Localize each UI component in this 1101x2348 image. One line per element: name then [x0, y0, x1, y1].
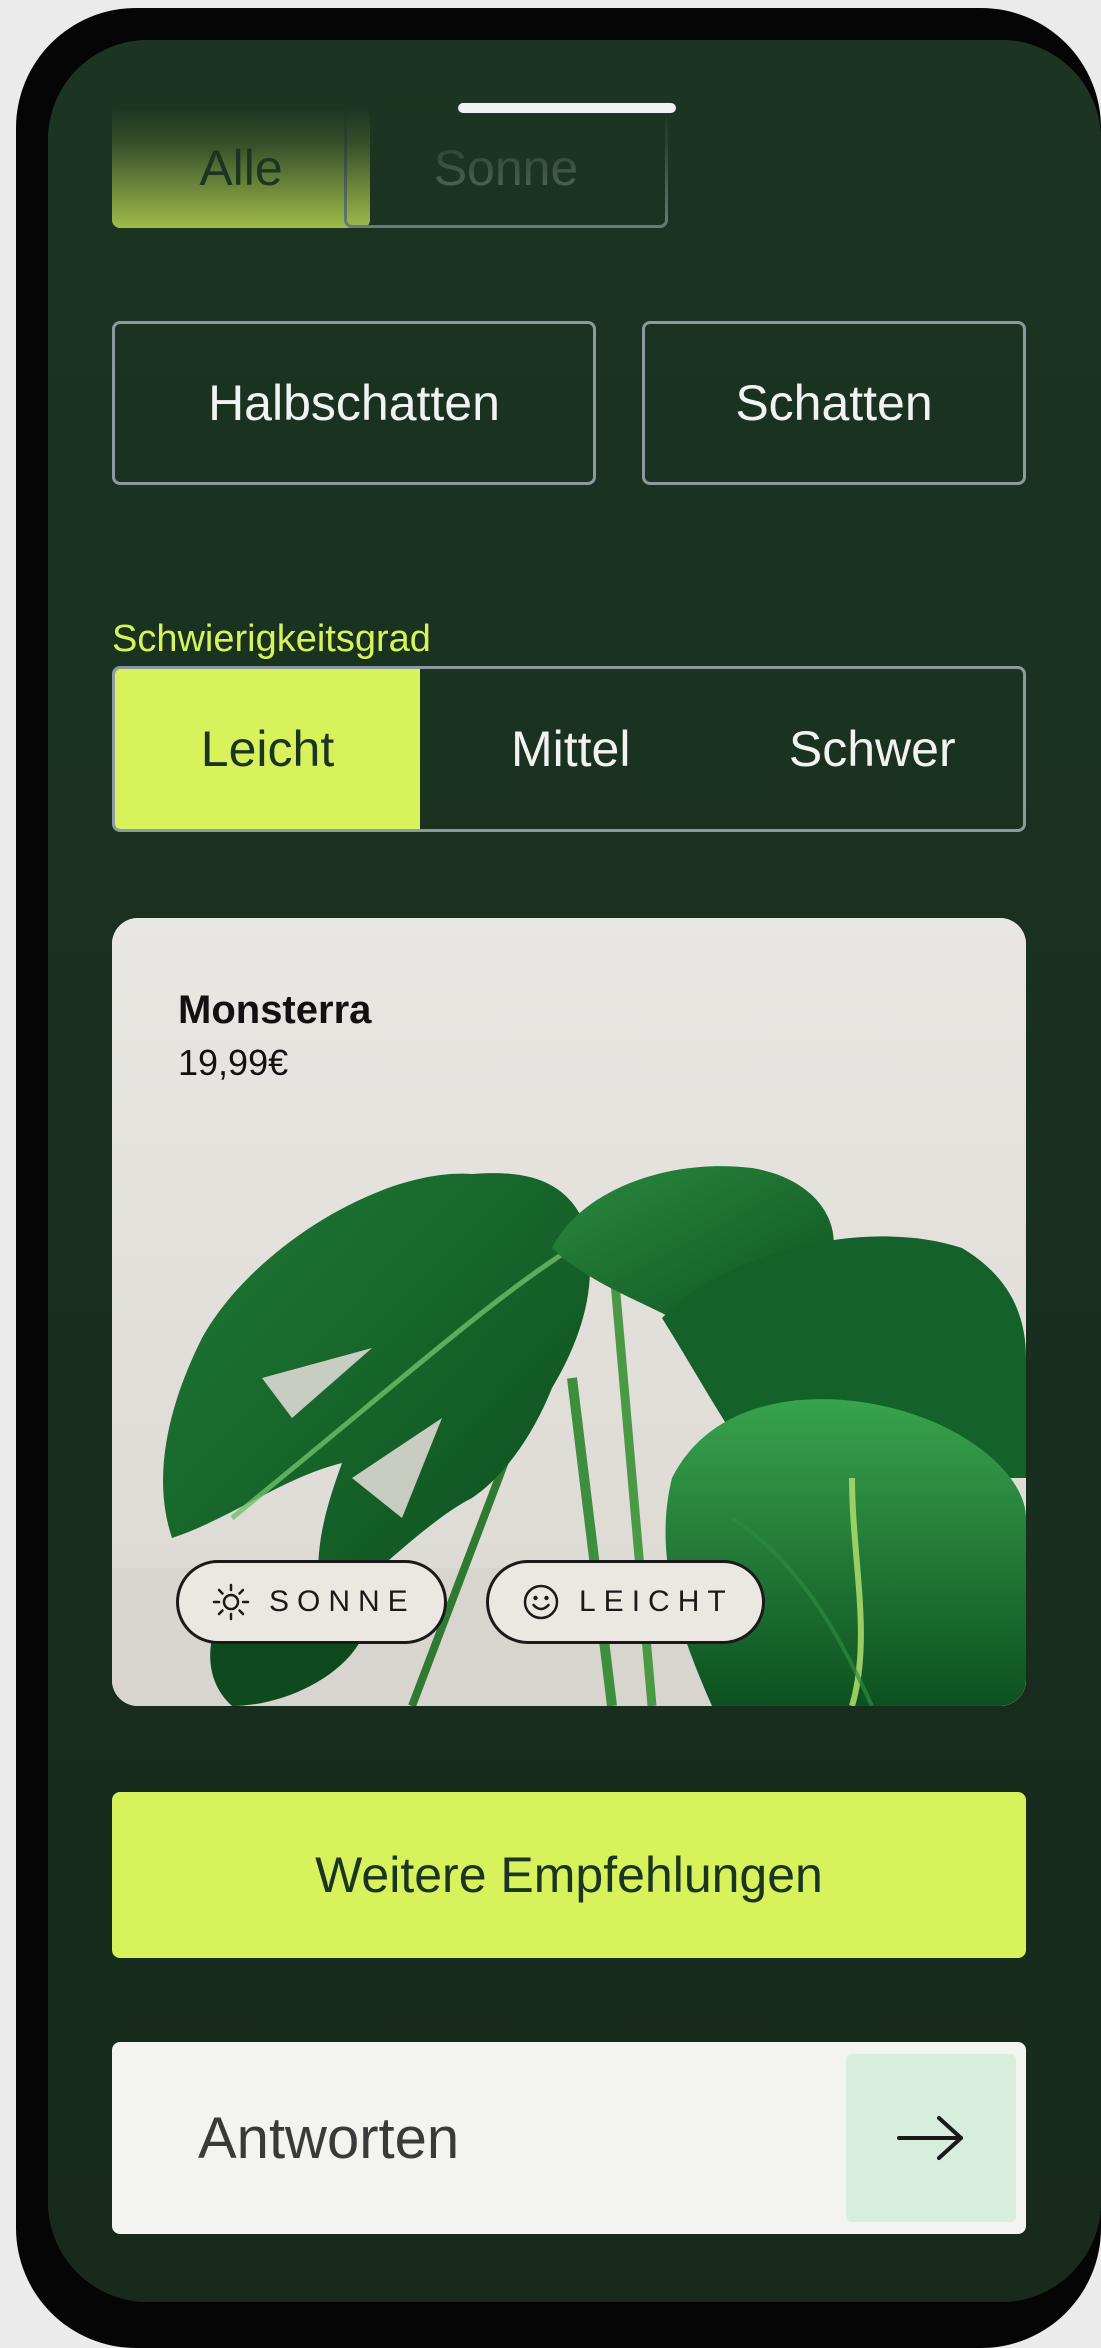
send-button[interactable]	[846, 2054, 1016, 2222]
home-indicator	[458, 103, 676, 113]
filter-chip-sonne[interactable]: Sonne	[344, 108, 668, 228]
difficulty-option-mittel[interactable]: Mittel	[420, 669, 722, 829]
sun-icon	[212, 1583, 250, 1621]
answer-bar	[112, 2042, 1026, 2234]
tag-sonne-label: SONNE	[269, 1585, 416, 1618]
answer-input[interactable]	[112, 2042, 842, 2234]
product-card[interactable]: Monsterra 19,99€ SONNE LEICHT	[112, 918, 1026, 1706]
more-recommendations-button[interactable]: Weitere Empfehlungen	[112, 1792, 1026, 1958]
difficulty-option-schwer[interactable]: Schwer	[722, 669, 1024, 829]
product-name: Monsterra	[178, 988, 372, 1032]
smiley-icon	[523, 1584, 559, 1620]
difficulty-label: Schwierigkeitsgrad	[112, 618, 431, 660]
difficulty-selector: Leicht Mittel Schwer	[112, 666, 1026, 832]
filter-chip-alle[interactable]: Alle	[112, 108, 370, 228]
tag-sonne: SONNE	[176, 1560, 447, 1644]
filter-chip-schatten[interactable]: Schatten	[642, 321, 1026, 485]
app-screen: Alle Sonne Halbschatten Schatten Schwier…	[48, 40, 1101, 2302]
tag-leicht-label: LEICHT	[579, 1585, 734, 1618]
difficulty-option-leicht[interactable]: Leicht	[115, 669, 420, 829]
filter-chip-halbschatten[interactable]: Halbschatten	[112, 321, 596, 485]
arrow-right-icon	[897, 2116, 963, 2160]
tag-leicht: LEICHT	[486, 1560, 765, 1644]
product-price: 19,99€	[178, 1042, 289, 1083]
